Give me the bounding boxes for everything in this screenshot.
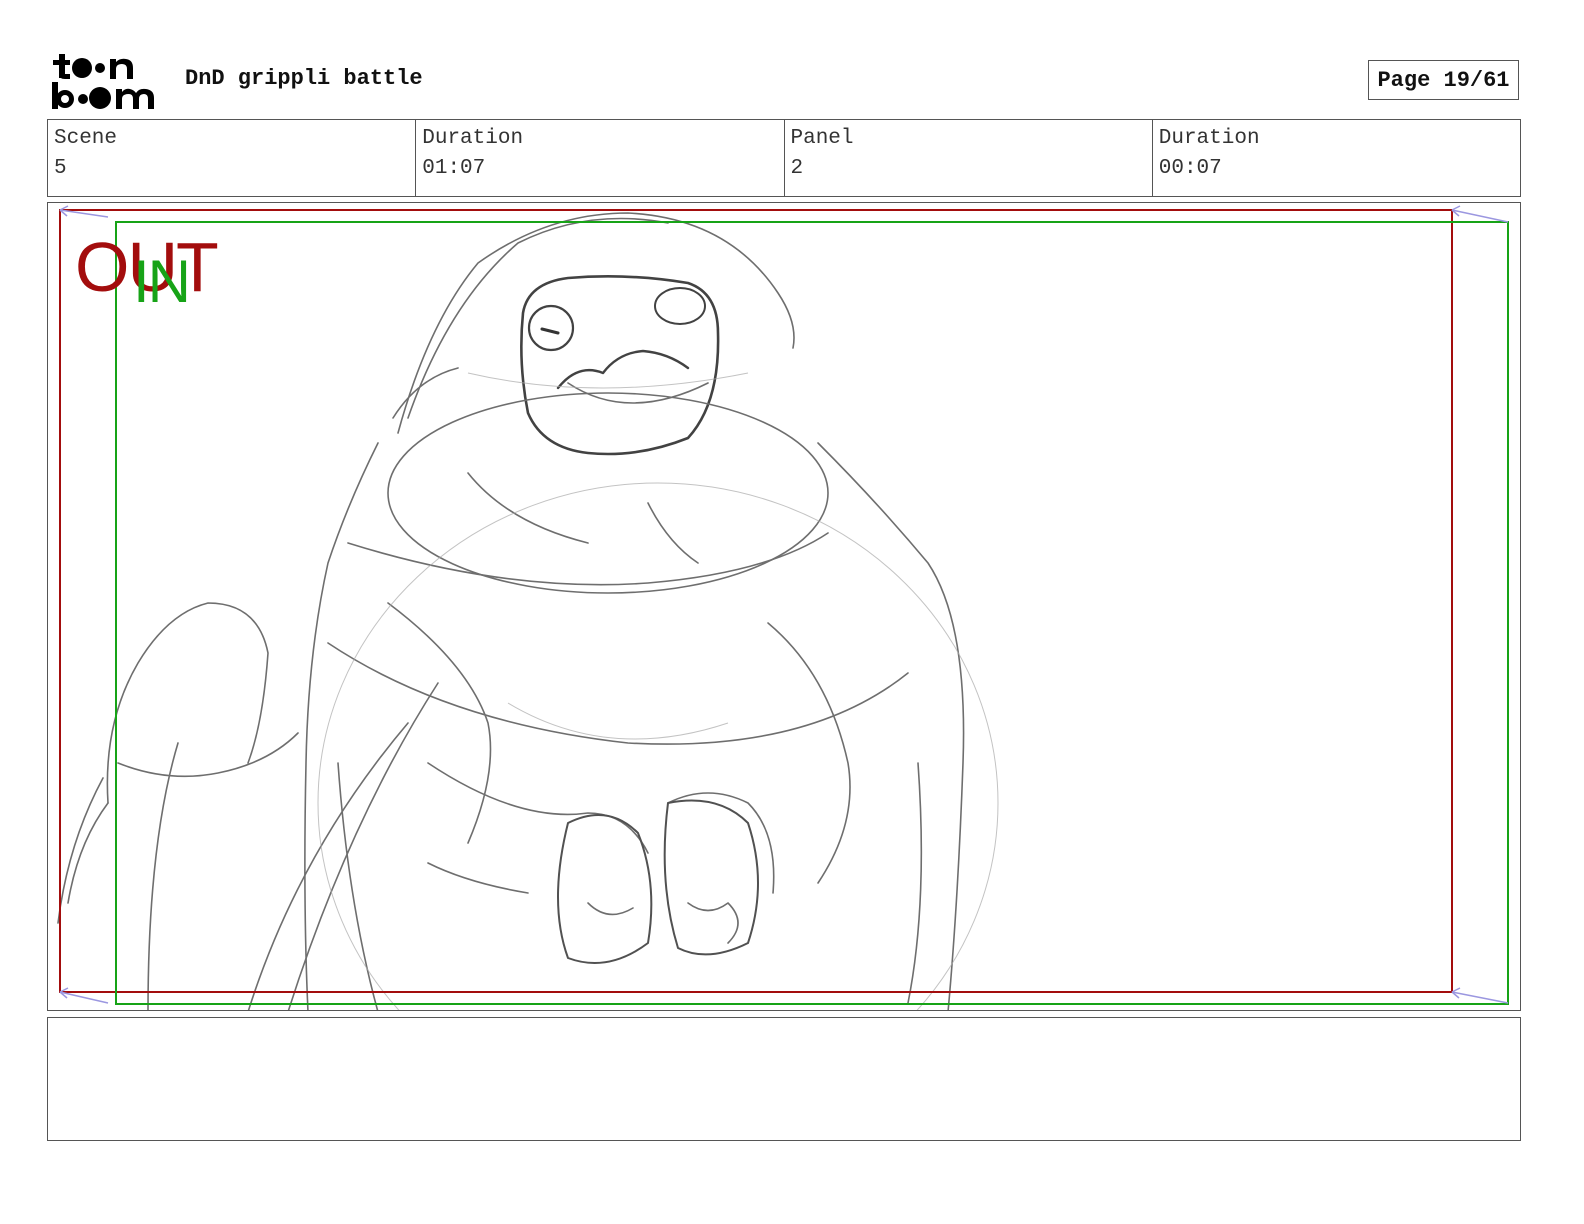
in-field-label: IN	[133, 248, 191, 315]
scene-duration-cell: Duration 01:07	[416, 120, 785, 196]
out-field-frame	[59, 209, 1453, 993]
scene-value: 5	[54, 157, 67, 180]
panel-duration-label: Duration	[1158, 127, 1260, 150]
scene-label: Scene	[54, 127, 118, 150]
sketch-drawing	[57, 205, 1509, 1010]
page-number: Page 19/61	[1368, 60, 1519, 100]
in-field-frame	[115, 221, 1509, 1005]
scene-duration-value: 01:07	[422, 157, 486, 180]
panel-duration-value: 00:07	[1158, 157, 1222, 180]
panel-duration-cell: Duration 00:07	[1153, 120, 1520, 196]
action-notes-box[interactable]	[47, 1017, 1521, 1141]
scene-info-table: Scene 5 Duration 01:07 Panel 2 Duration …	[47, 119, 1521, 197]
panel-image	[47, 202, 1521, 1011]
scene-cell: Scene 5	[48, 120, 417, 196]
panel-cell: Panel 2	[785, 120, 1153, 196]
panel-value: 2	[790, 157, 804, 180]
scene-duration-label: Duration	[422, 127, 524, 150]
toon-boom-logo	[50, 50, 165, 112]
panel-label: Panel	[790, 127, 854, 150]
project-title: DnD grippli battle	[185, 66, 423, 91]
